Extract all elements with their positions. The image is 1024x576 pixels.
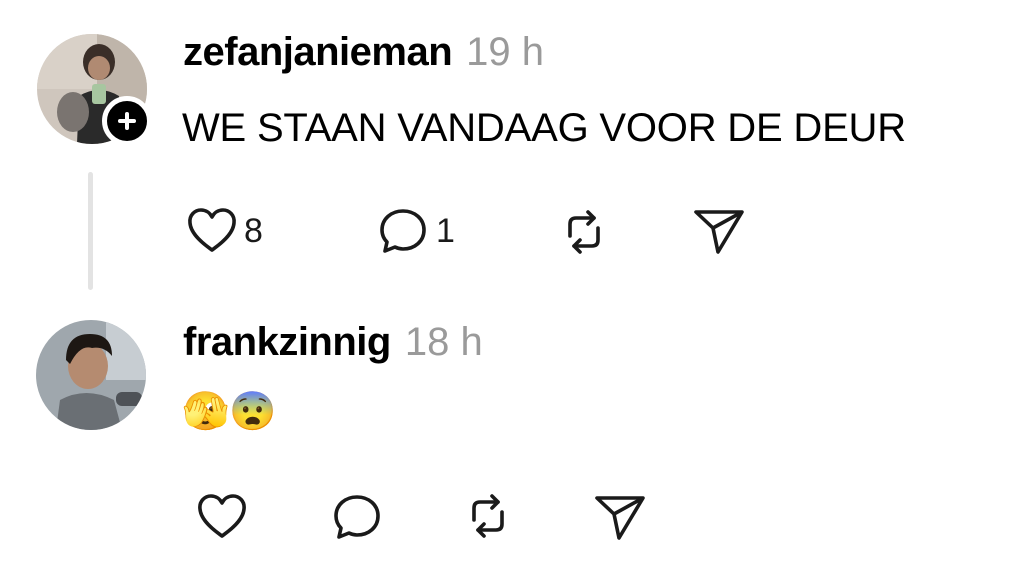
avatar[interactable] xyxy=(36,320,146,430)
repost-icon xyxy=(460,488,516,544)
like-count: 8 xyxy=(244,211,263,250)
heart-icon xyxy=(196,492,248,542)
thread-line xyxy=(88,172,93,290)
post-author[interactable]: zefanjanieman 19 h xyxy=(183,30,544,75)
send-icon xyxy=(692,206,746,256)
comment-icon xyxy=(330,492,384,542)
like-button[interactable]: 8 xyxy=(186,206,263,256)
heart-icon xyxy=(186,206,238,256)
follow-plus-icon[interactable] xyxy=(102,96,152,146)
repost-icon xyxy=(556,204,612,260)
username[interactable]: frankzinnig xyxy=(183,320,391,364)
share-button[interactable] xyxy=(692,206,746,256)
comment-icon xyxy=(376,206,430,256)
post-time: 18 h xyxy=(404,320,483,364)
reply-count: 1 xyxy=(436,211,455,250)
username[interactable]: zefanjanieman xyxy=(183,30,453,74)
like-button[interactable] xyxy=(196,492,248,542)
reply-button[interactable]: 1 xyxy=(376,206,455,256)
post-author[interactable]: frankzinnig 18 h xyxy=(183,320,483,365)
post-time: 19 h xyxy=(466,30,545,74)
repost-button[interactable] xyxy=(556,204,612,260)
thread-post-1: zefanjanieman 19 h WE STAAN VANDAAG VOOR … xyxy=(0,0,1024,300)
send-icon xyxy=(593,492,647,542)
thread-post-2: frankzinnig 18 h 🫣😨 xyxy=(0,300,1024,576)
reply-button[interactable] xyxy=(330,492,384,542)
post-text: 🫣😨 xyxy=(182,391,277,433)
share-button[interactable] xyxy=(593,492,647,542)
post-text: WE STAAN VANDAAG VOOR DE DEUR xyxy=(182,106,906,150)
repost-button[interactable] xyxy=(460,488,516,544)
